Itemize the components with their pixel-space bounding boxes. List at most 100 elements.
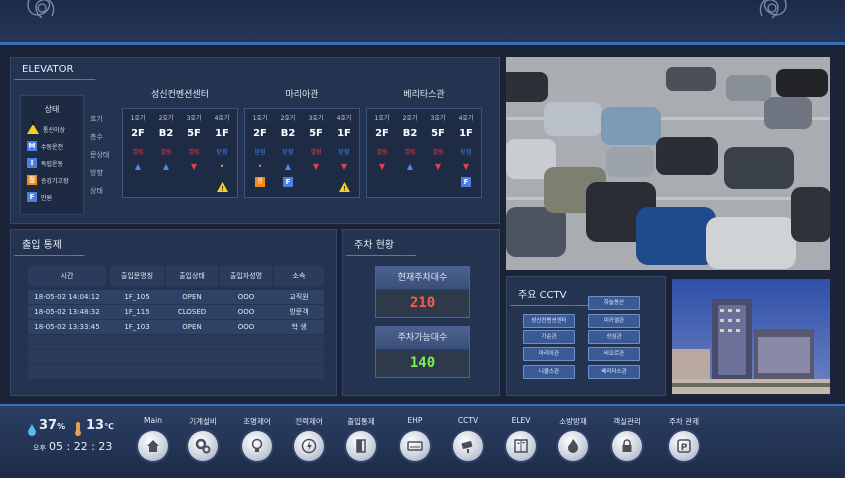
- car-number: 2호기: [280, 115, 296, 122]
- elevator-car[interactable]: 1호기 2F 닫힘 • 정: [246, 109, 274, 197]
- manual-icon: M: [27, 141, 37, 151]
- warning-status-icon: !: [339, 177, 350, 193]
- door-icon: [346, 431, 376, 461]
- car-floor: 5F: [187, 128, 201, 139]
- table-cell: 1F_103: [124, 323, 150, 331]
- car-number: 4호기: [336, 115, 352, 122]
- cctv-camera-button[interactable]: 비오르관: [588, 347, 640, 361]
- car-floor: 2F: [253, 128, 267, 139]
- cctv-camera-button[interactable]: 니콜스관: [523, 365, 575, 379]
- nav-lock-button[interactable]: 객실관리: [602, 416, 652, 461]
- gears-icon: [188, 431, 218, 461]
- cctv-camera-button[interactable]: 마리아관: [523, 347, 575, 361]
- car-number: 4호기: [214, 115, 230, 122]
- nav-elevator-button[interactable]: ELEV: [496, 416, 546, 461]
- nav-label: 출입통제: [347, 417, 375, 426]
- car-floor: B2: [280, 128, 296, 139]
- table-cell: 1F_115: [124, 308, 150, 316]
- table-header: 시간: [28, 266, 106, 286]
- nav-label: CCTV: [457, 416, 479, 425]
- cctv-parking-lot-view[interactable]: [506, 57, 830, 270]
- cctv-camera-button[interactable]: 성신컨벤션센터: [523, 314, 575, 328]
- legend-item: I 독립운동: [27, 158, 63, 168]
- nav-fire-button[interactable]: 소방방재: [548, 416, 598, 461]
- table-cell: 18-05-02 14:04:12: [34, 293, 100, 301]
- table-cell: 18-05-02 13:48:32: [34, 308, 100, 316]
- direction-indicator-icon: ▲: [134, 162, 142, 171]
- elevator-car[interactable]: 4호기 1F 닫힘 ▼ F: [452, 109, 480, 197]
- legend-item: 정 승강기고장: [27, 175, 69, 185]
- table-cell: OOO: [237, 308, 255, 316]
- cctv-camera-button[interactable]: 하늘동산: [588, 296, 640, 310]
- ampm-label: 오후: [33, 444, 46, 452]
- nav-gears-button[interactable]: 기계설비: [178, 416, 228, 461]
- door-status: 닫힘: [460, 149, 472, 156]
- cctv-building-view[interactable]: [672, 279, 830, 394]
- elevator-car[interactable]: 4호기 1F 닫힘 •!: [208, 109, 236, 197]
- table-cell: OPEN: [182, 323, 202, 331]
- row-label: 층수: [90, 133, 103, 141]
- legend-item: M 수동운전: [27, 141, 63, 151]
- humidity-icon: [28, 421, 36, 436]
- nav-label: 객실관리: [613, 417, 641, 426]
- nav-parking-button[interactable]: 주차 관제 P: [659, 416, 709, 461]
- nav-camera-button[interactable]: CCTV: [443, 416, 493, 461]
- car-number: 1호기: [252, 115, 268, 122]
- cctv-camera-button[interactable]: 미카엘관: [588, 314, 640, 328]
- nav-label: 소방방재: [559, 417, 587, 426]
- legend-label: 독립운동: [41, 160, 64, 168]
- legend-label: 승강기고장: [41, 177, 69, 185]
- table-cell: 교직원: [289, 293, 309, 301]
- nav-door-button[interactable]: 출입통제: [336, 416, 386, 461]
- direction-indicator-icon: ▼: [378, 162, 386, 171]
- car-number: 3호기: [308, 115, 324, 122]
- fire-icon: [558, 431, 588, 461]
- table-header: 출입문명칭: [110, 266, 164, 286]
- row-label: 문상태: [90, 151, 110, 159]
- cctv-camera-button[interactable]: 성심관: [588, 330, 640, 344]
- nav-home-button[interactable]: Main: [128, 416, 178, 461]
- elevator-status-legend: 상태 ! 통신이상 M 수동운전 I 독립운동 정 승강기고장 F 만원: [20, 95, 84, 215]
- car-number: 2호기: [402, 115, 418, 122]
- elevator-car[interactable]: 2호기 B2 닫힘 ▲ F: [274, 109, 302, 197]
- car-floor: 1F: [459, 128, 473, 139]
- access-control-title: 출입 통제: [14, 232, 70, 256]
- cctv-camera-button[interactable]: 가순관: [523, 330, 575, 344]
- table-header: 출입자성명: [220, 266, 272, 286]
- clock-time: 05 : 22 : 23: [49, 440, 113, 453]
- power-icon: [294, 431, 324, 461]
- nav-power-button[interactable]: 전력제어: [284, 416, 334, 461]
- direction-indicator-icon: ▲: [162, 162, 170, 171]
- nav-label: 조명제어: [243, 417, 271, 426]
- ornament-logo-icon: [759, 0, 787, 19]
- elevator-car[interactable]: 3호기 5F 열림 ▼: [180, 109, 208, 197]
- car-number: 3호기: [186, 115, 202, 122]
- door-status: 열림: [376, 149, 388, 156]
- temperature-number: 13: [86, 418, 105, 433]
- table-cell: 학 생: [291, 323, 307, 331]
- elevator-car[interactable]: 3호기 5F 열림 ▼: [424, 109, 452, 197]
- car-floor: B2: [402, 128, 418, 139]
- table-row: [28, 335, 324, 349]
- available-parking-box: 주차가능대수 140: [375, 326, 470, 378]
- elevator-car[interactable]: 1호기 2F 열림 ▲: [124, 109, 152, 197]
- table-header: 소속: [274, 266, 324, 286]
- elevator-car[interactable]: 2호기 B2 열림 ▲: [152, 109, 180, 197]
- elevator-car[interactable]: 4호기 1F 닫힘 ▼!: [330, 109, 358, 197]
- table-cell: CLOSED: [177, 308, 207, 316]
- direction-indicator-icon: ▼: [462, 162, 470, 171]
- elevator-car[interactable]: 3호기 5F 열림 ▼: [302, 109, 330, 197]
- cctv-camera-button[interactable]: 베리타스관: [588, 365, 640, 379]
- full-status-icon: F: [283, 177, 293, 187]
- elevator-car[interactable]: 1호기 2F 열림 ▼: [368, 109, 396, 197]
- row-label: 상태: [90, 187, 103, 195]
- fault-icon: 정: [27, 175, 37, 185]
- nav-bulb-button[interactable]: 조명제어: [232, 416, 282, 461]
- table-row: [28, 365, 324, 379]
- elevator-car[interactable]: 2호기 B2 열림 ▲: [396, 109, 424, 197]
- current-parking-value: 210: [376, 291, 469, 315]
- temperature-unit: ℃: [104, 422, 114, 431]
- nav-aircon-button[interactable]: EHP: [390, 416, 440, 461]
- direction-indicator-icon: ▼: [312, 162, 320, 171]
- door-status: 닫힘: [254, 149, 266, 156]
